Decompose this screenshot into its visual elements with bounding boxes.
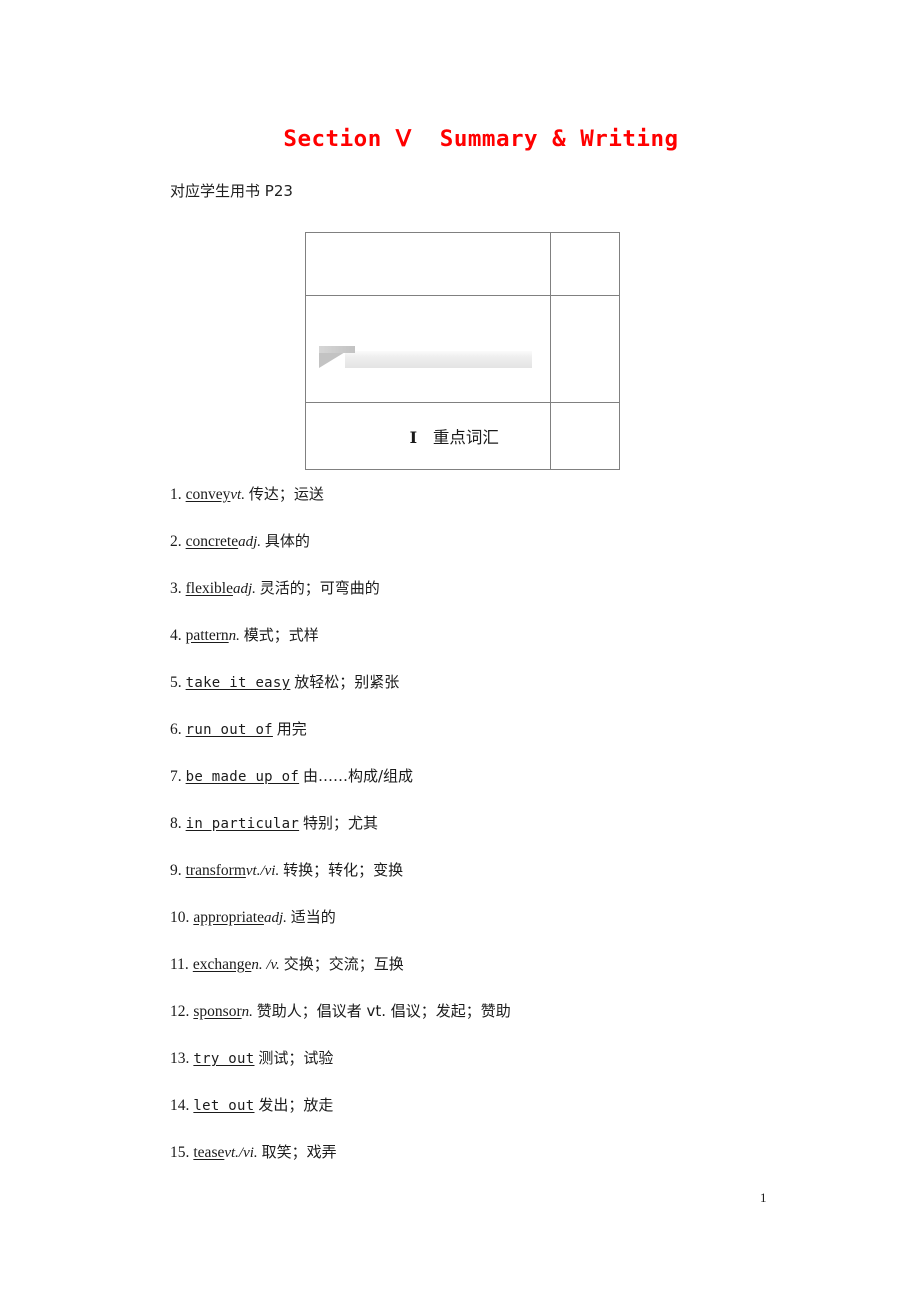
vocabulary-item: 9. transformvt./vi. 转换；转化；变换 <box>170 860 810 907</box>
table-cell-heading-side <box>550 402 620 470</box>
vocabulary-item: 4. patternn. 模式；式样 <box>170 625 810 672</box>
vocabulary-item-number: 3. <box>170 580 182 597</box>
vocabulary-item-definition: 赞助人；倡议者 vt. 倡议；发起；赞助 <box>256 1002 511 1020</box>
vocabulary-item: 12. sponsorn. 赞助人；倡议者 vt. 倡议；发起；赞助 <box>170 1001 810 1048</box>
vocabulary-item-number: 9. <box>170 862 182 879</box>
vocabulary-item-part-of-speech: adj. <box>263 910 287 926</box>
vocabulary-item: 1. conveyvt. 传达；运送 <box>170 484 810 531</box>
vocabulary-item-term: transform <box>185 862 246 879</box>
vocabulary-item: 11. exchangen. /v. 交换；交流；互换 <box>170 954 810 1001</box>
table-cell-heading-main: Ⅰ 重点词汇 <box>305 402 551 470</box>
vocabulary-item-part-of-speech: vt./vi. <box>245 863 280 879</box>
vocabulary-item-term: pattern <box>185 627 229 644</box>
table-cell-banner-side <box>550 295 620 403</box>
vocabulary-item-part-of-speech: n. /v. <box>251 957 280 973</box>
vocabulary-item-number: 4. <box>170 627 182 644</box>
vocabulary-item-term: sponsor <box>193 1003 242 1020</box>
vocabulary-list: 1. conveyvt. 传达；运送 2. concreteadj. 具体的 3. fle… <box>170 484 810 1189</box>
vocabulary-item: 13. try out 测试；试验 <box>170 1048 810 1095</box>
vocabulary-item-part-of-speech: n. <box>241 1004 253 1020</box>
vocabulary-item: 5. take it easy 放轻松；别紧张 <box>170 672 810 719</box>
vocabulary-item-term: run out of <box>185 722 273 738</box>
page-number: 1 <box>760 1190 767 1205</box>
vocabulary-item-definition: 由……构成/组成 <box>302 767 414 785</box>
vocabulary-item-part-of-speech: adj. <box>238 534 262 550</box>
vocabulary-item-term: be made up of <box>185 769 300 785</box>
vocabulary-item-definition: 传达；运送 <box>248 485 324 503</box>
vocabulary-item-number: 6. <box>170 721 182 738</box>
vocabulary-item-number: 5. <box>170 674 182 691</box>
vocabulary-item-number: 1. <box>170 486 182 503</box>
vocabulary-item-number: 7. <box>170 768 182 785</box>
vocabulary-item-number: 11. <box>170 956 189 973</box>
vocabulary-item: 10. appropriateadj. 适当的 <box>170 907 810 954</box>
vocabulary-item-term: exchange <box>192 956 252 973</box>
vocabulary-item-definition: 取笑；戏弄 <box>261 1143 337 1161</box>
vocabulary-item-definition: 具体的 <box>264 532 310 550</box>
student-book-reference: 对应学生用书 P23 <box>170 182 293 200</box>
vocabulary-item-number: 2. <box>170 533 182 550</box>
vocabulary-item-term: in particular <box>185 816 300 832</box>
info-table: Ⅰ 重点词汇 <box>305 232 620 470</box>
vocabulary-item-term: try out <box>193 1051 255 1067</box>
vocabulary-item-part-of-speech: vt./vi. <box>224 1145 258 1161</box>
vocabulary-item: 3. flexibleadj. 灵活的；可弯曲的 <box>170 578 810 625</box>
table-cell-blank-main <box>305 232 551 296</box>
document-page: Section Ⅴ Summary & Writing 对应学生用书 P23 Ⅰ… <box>0 0 920 1302</box>
vocabulary-item-definition: 转换；转化；变换 <box>283 861 404 879</box>
vocabulary-item-part-of-speech: vt. <box>230 487 245 503</box>
vocabulary-item-definition: 灵活的；可弯曲的 <box>259 579 380 597</box>
vocabulary-item: 7. be made up of 由……构成/组成 <box>170 766 810 813</box>
vocabulary-item-number: 12. <box>170 1003 190 1020</box>
table-cell-banner-main <box>305 295 551 403</box>
vocabulary-item-part-of-speech: n. <box>228 628 240 644</box>
table-cell-blank-side <box>550 232 620 296</box>
vocabulary-item-term: flexible <box>185 580 233 597</box>
banner-fold-tip-shape <box>319 345 355 353</box>
vocabulary-item-definition: 模式；式样 <box>243 626 319 644</box>
vocabulary-item-definition: 用完 <box>276 720 307 738</box>
vocabulary-item-term: take it easy <box>185 675 291 691</box>
vocabulary-item-term: appropriate <box>193 909 264 926</box>
section-numeral: Ⅰ <box>409 430 418 447</box>
vocabulary-item-definition: 放轻松；别紧张 <box>294 673 400 691</box>
vocabulary-item-number: 15. <box>170 1144 190 1161</box>
vocabulary-item-number: 10. <box>170 909 190 926</box>
table-row-banner <box>305 295 620 403</box>
table-row-blank <box>305 232 620 296</box>
vocabulary-item: 14. let out 发出；放走 <box>170 1095 810 1142</box>
section-heading-label: 重点词汇 <box>432 428 499 447</box>
banner-bar-shape <box>345 350 532 368</box>
vocabulary-item-number: 8. <box>170 815 182 832</box>
vocabulary-item-definition: 适当的 <box>290 908 336 926</box>
vocabulary-item-definition: 交换；交流；互换 <box>283 955 404 973</box>
vocabulary-item-definition: 特别；尤其 <box>302 814 378 832</box>
vocabulary-item-definition: 发出；放走 <box>258 1096 334 1114</box>
vocabulary-item: 6. run out of 用完 <box>170 719 810 766</box>
vocabulary-item: 8. in particular 特别；尤其 <box>170 813 810 860</box>
vocabulary-item-term: convey <box>185 486 231 503</box>
page-title: Section Ⅴ Summary & Writing <box>283 126 679 152</box>
vocabulary-item: 2. concreteadj. 具体的 <box>170 531 810 578</box>
vocabulary-item-term: let out <box>193 1098 255 1114</box>
vocabulary-item-number: 13. <box>170 1050 190 1067</box>
vocabulary-item-term: concrete <box>185 533 239 550</box>
banner-graphic-icon <box>319 345 532 368</box>
vocabulary-item: 15. teasevt./vi. 取笑；戏弄 <box>170 1142 810 1189</box>
table-row-heading: Ⅰ 重点词汇 <box>305 402 620 470</box>
vocabulary-item-part-of-speech: adj. <box>232 581 256 597</box>
vocabulary-item-term: tease <box>193 1144 225 1161</box>
vocabulary-item-number: 14. <box>170 1097 190 1114</box>
vocabulary-item-definition: 测试；试验 <box>258 1049 334 1067</box>
